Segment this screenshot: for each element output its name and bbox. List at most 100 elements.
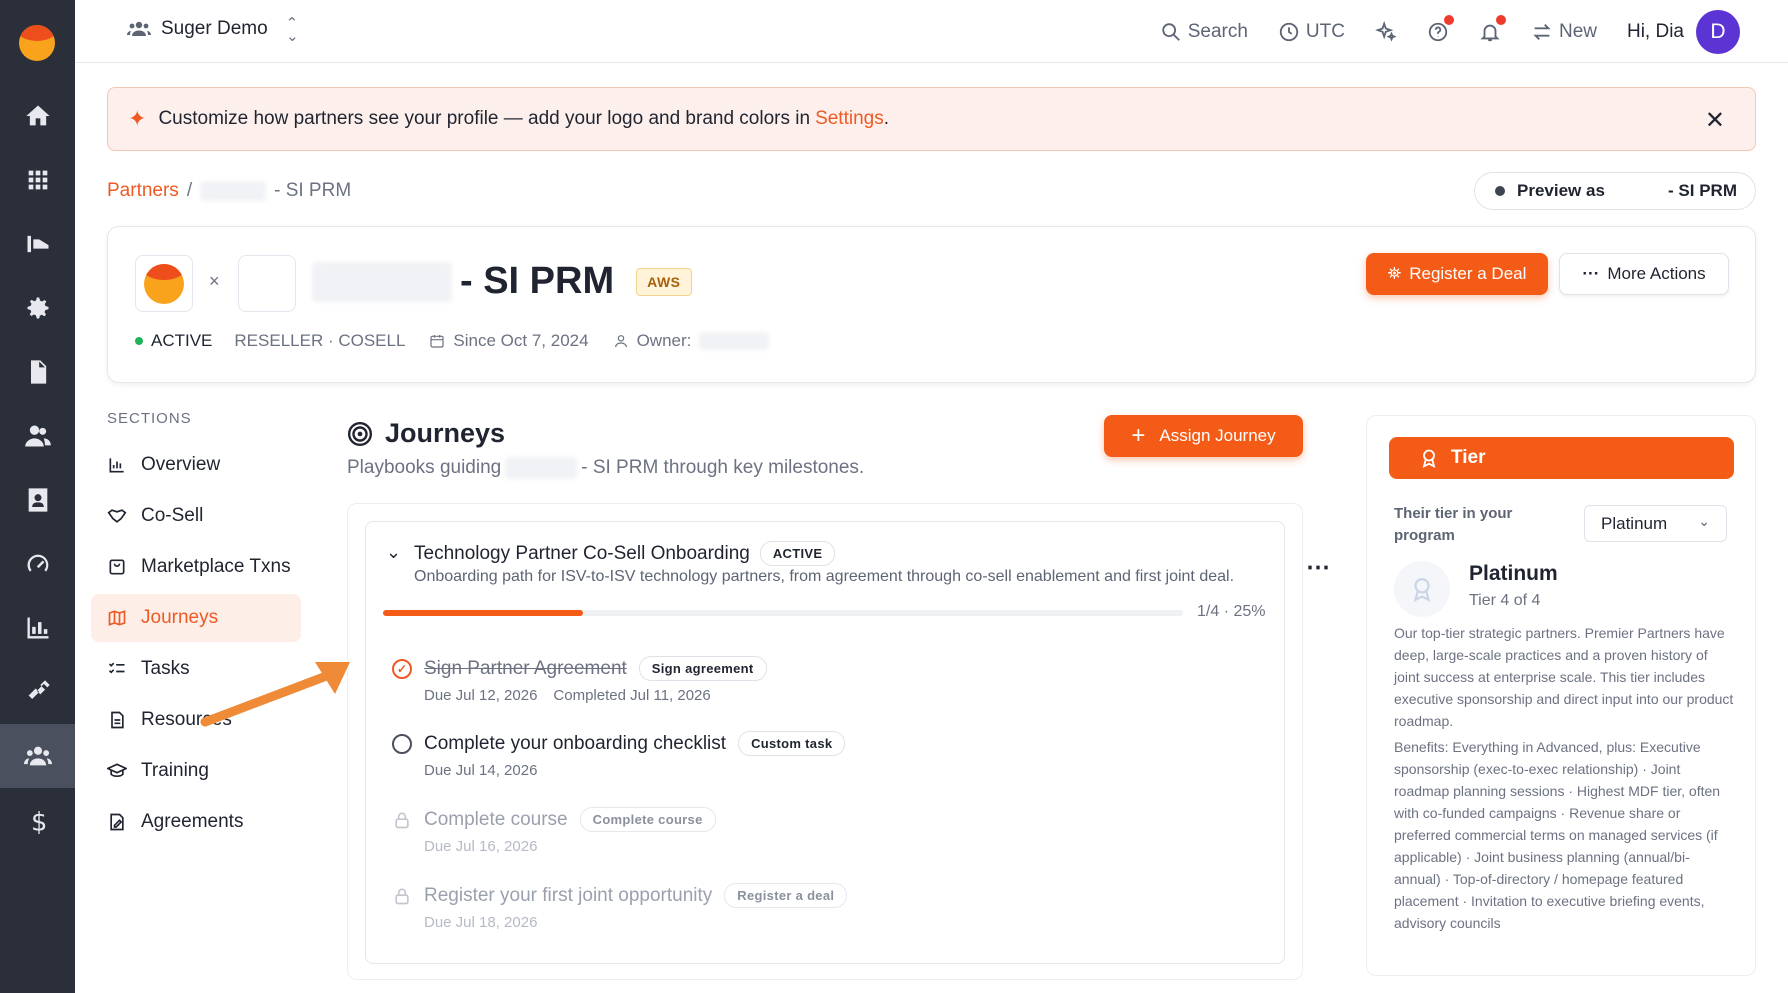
more-options-icon[interactable]: ⋯ bbox=[1306, 553, 1331, 582]
task-tag: Sign agreement bbox=[638, 656, 767, 681]
annotation-arrow bbox=[200, 662, 350, 727]
svg-text:$: $ bbox=[31, 808, 47, 835]
analytics-icon[interactable] bbox=[0, 596, 75, 660]
tier-name: Platinum bbox=[1469, 562, 1558, 585]
person-icon bbox=[614, 335, 627, 348]
partner-name-suffix: - SI PRM bbox=[460, 260, 615, 302]
ai-sparkle-button[interactable] bbox=[1374, 20, 1397, 43]
section-label: Agreements bbox=[141, 811, 244, 832]
search-icon bbox=[1161, 22, 1180, 41]
journey-description: Onboarding path for ISV-to-ISV technolog… bbox=[414, 568, 1235, 585]
section-label: Journeys bbox=[141, 607, 219, 628]
journey-title-row[interactable]: Technology Partner Co-Sell Onboarding AC… bbox=[414, 541, 836, 566]
subtitle-prefix: Playbooks guiding bbox=[347, 457, 502, 478]
assign-journey-button[interactable]: + Assign Journey bbox=[1104, 415, 1303, 457]
lock-icon bbox=[395, 812, 409, 828]
section-label: Tasks bbox=[141, 658, 190, 679]
dollar-icon[interactable]: $ bbox=[0, 788, 75, 852]
progress-fill bbox=[383, 610, 583, 616]
help-button[interactable] bbox=[1427, 14, 1454, 43]
register-deal-button[interactable]: ⛯ Register a Deal bbox=[1366, 253, 1548, 295]
suger-logo[interactable] bbox=[19, 25, 55, 61]
gear-icon[interactable] bbox=[0, 276, 75, 340]
home-icon[interactable] bbox=[0, 84, 75, 148]
sections-header: SECTIONS bbox=[107, 410, 192, 427]
search-button[interactable]: Search bbox=[1160, 21, 1248, 43]
timezone-button[interactable]: UTC bbox=[1278, 21, 1345, 43]
breadcrumb: Partners / - SI PRM bbox=[107, 180, 351, 202]
task-due: Due Jul 14, 2026 bbox=[424, 762, 538, 779]
more-actions-button[interactable]: ··· More Actions bbox=[1559, 253, 1729, 295]
journey-task[interactable]: Complete your onboarding checklist Custo… bbox=[392, 731, 846, 779]
partner-header-card: × - SI PRM AWS ACTIVE RESELLER · COSELL … bbox=[107, 226, 1756, 383]
tier-benefits: Benefits: Everything in Advanced, plus: … bbox=[1394, 739, 1721, 931]
section-co-sell[interactable]: Co-Sell bbox=[91, 492, 301, 540]
partner-meta: ACTIVE RESELLER · COSELL Since Oct 7, 20… bbox=[135, 331, 793, 351]
register-deal-label: Register a Deal bbox=[1409, 264, 1527, 283]
journeys-subtitle: Playbooks guiding - SI PRM through key m… bbox=[347, 457, 864, 479]
task-label: Complete course bbox=[424, 808, 568, 830]
contact-card-icon[interactable] bbox=[0, 468, 75, 532]
close-icon[interactable]: ✕ bbox=[1705, 106, 1725, 135]
section-label: Overview bbox=[141, 454, 221, 475]
task-due: Due Jul 16, 2026 bbox=[424, 838, 538, 855]
sections-nav: SECTIONS Overview Co-Sell Marketplace Tx… bbox=[91, 410, 301, 849]
award-ribbon-icon bbox=[1394, 561, 1450, 617]
journeys-heading: Journeys bbox=[347, 418, 505, 449]
document-icon[interactable] bbox=[0, 340, 75, 404]
chevron-down-icon[interactable]: ⌄ bbox=[386, 542, 401, 563]
section-journeys[interactable]: Journeys bbox=[91, 594, 301, 642]
notifications-button[interactable] bbox=[1479, 14, 1506, 43]
section-overview[interactable]: Overview bbox=[91, 441, 301, 489]
section-training[interactable]: Training bbox=[91, 747, 301, 795]
integrations-icon[interactable] bbox=[0, 660, 75, 724]
shopping-bag-icon bbox=[109, 559, 125, 575]
redacted-partner-name bbox=[200, 181, 267, 201]
new-button[interactable]: New bbox=[1531, 21, 1597, 43]
partners-icon[interactable] bbox=[0, 724, 75, 788]
speedometer-icon[interactable] bbox=[0, 532, 75, 596]
since-text: Since Oct 7, 2024 bbox=[453, 331, 589, 350]
task-due: Due Jul 18, 2026 bbox=[424, 914, 538, 931]
map-icon bbox=[108, 610, 126, 626]
new-label: New bbox=[1558, 20, 1597, 42]
subtitle-suffix: - SI PRM through key milestones. bbox=[581, 457, 865, 478]
top-bar: Suger Demo ⌃ ⌃ Search UTC New Hi, Dia D bbox=[75, 0, 1788, 63]
journeys-panel: ⌄ Technology Partner Co-Sell Onboarding … bbox=[347, 503, 1303, 980]
tier-program-label: Their tier in your program bbox=[1394, 505, 1513, 544]
partner-type: RESELLER · COSELL bbox=[234, 331, 406, 350]
section-marketplace-txns[interactable]: Marketplace Txns bbox=[91, 543, 301, 591]
journey-task[interactable]: ✓ Sign Partner Agreement Sign agreement … bbox=[392, 656, 767, 704]
status-badge: ACTIVE bbox=[759, 541, 836, 566]
chevron-down-icon: ⌄ bbox=[1698, 513, 1710, 529]
tier-header-label: Tier bbox=[1451, 447, 1486, 468]
apps-grid-icon[interactable] bbox=[0, 148, 75, 212]
settings-link[interactable]: Settings bbox=[815, 108, 884, 130]
notification-dot bbox=[1495, 14, 1506, 25]
partner-since: Since Oct 7, 2024 bbox=[429, 331, 589, 351]
preview-value: - SI PRM bbox=[1668, 181, 1737, 200]
preview-as-button[interactable]: Preview as - SI PRM bbox=[1474, 172, 1756, 210]
section-agreements[interactable]: Agreements bbox=[91, 798, 301, 846]
task-label: Sign Partner Agreement bbox=[424, 657, 627, 679]
marketplace-icon[interactable] bbox=[0, 212, 75, 276]
notification-dot bbox=[1443, 14, 1454, 25]
swap-icon bbox=[1533, 23, 1551, 40]
breadcrumb-partners[interactable]: Partners bbox=[107, 180, 179, 202]
task-tag: Custom task bbox=[738, 731, 846, 756]
greeting: Hi, Dia bbox=[1626, 20, 1684, 42]
journey-title: Technology Partner Co-Sell Onboarding bbox=[414, 542, 750, 564]
users-icon[interactable] bbox=[0, 404, 75, 468]
tier-select[interactable]: Platinum ⌄ bbox=[1584, 505, 1727, 542]
org-switcher[interactable]: Suger Demo ⌃ ⌃ bbox=[127, 16, 298, 43]
task-completed: Completed Jul 11, 2026 bbox=[553, 687, 711, 704]
redacted-partner-name bbox=[505, 457, 578, 479]
section-label: Co-Sell bbox=[141, 505, 204, 526]
document-icon bbox=[111, 711, 124, 729]
avatar[interactable]: D bbox=[1696, 9, 1740, 54]
circle-icon[interactable] bbox=[392, 733, 412, 754]
status-text: ACTIVE bbox=[151, 331, 213, 350]
handshake-icon: ⛯ bbox=[1387, 264, 1402, 283]
times-separator: × bbox=[209, 271, 220, 291]
status-dot bbox=[135, 337, 143, 345]
